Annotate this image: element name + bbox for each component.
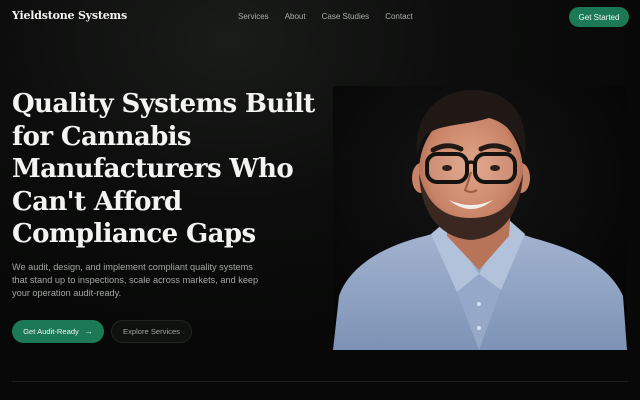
explore-services-button[interactable]: Explore Services <box>111 320 192 343</box>
hero-title-line: Quality Systems Built <box>12 89 315 119</box>
get-audit-ready-button[interactable]: Get Audit-Ready → <box>12 320 104 343</box>
hero-title: Quality Systems Built for Cannabis Manuf… <box>12 88 332 251</box>
brand-logo[interactable]: Yieldstone Systems <box>12 9 127 22</box>
nav-link-case-studies[interactable]: Case Studies <box>322 12 370 21</box>
hero-subtitle-line: We audit, design, and implement complian… <box>12 262 253 272</box>
hero-subtitle-line: your operation audit-ready. <box>12 288 122 298</box>
nav-links: Services About Case Studies Contact <box>238 12 413 21</box>
arrow-right-icon: → <box>84 326 93 336</box>
get-started-button[interactable]: Get Started <box>569 7 629 27</box>
hero-title-line: Can't Afford <box>12 186 182 217</box>
hero-title-line: Compliance Gaps <box>12 219 256 249</box>
nav-link-about[interactable]: About <box>285 12 306 21</box>
section-divider <box>12 381 628 382</box>
top-nav: Yieldstone Systems Services About Case S… <box>0 0 640 34</box>
hero-title-line: Manufacturers Who <box>12 154 294 184</box>
landing-page: Yieldstone Systems Services About Case S… <box>0 0 640 400</box>
hero-subtitle-line: that stand up to inspections, scale acro… <box>12 275 259 285</box>
hero-subtitle: We audit, design, and implement complian… <box>12 261 280 300</box>
nav-link-contact[interactable]: Contact <box>385 12 413 21</box>
nav-link-services[interactable]: Services <box>238 12 269 21</box>
portrait-illustration <box>333 86 627 350</box>
founder-portrait <box>333 86 627 350</box>
get-audit-ready-label: Get Audit-Ready <box>23 327 79 336</box>
hero-title-line: for Cannabis <box>12 121 192 152</box>
